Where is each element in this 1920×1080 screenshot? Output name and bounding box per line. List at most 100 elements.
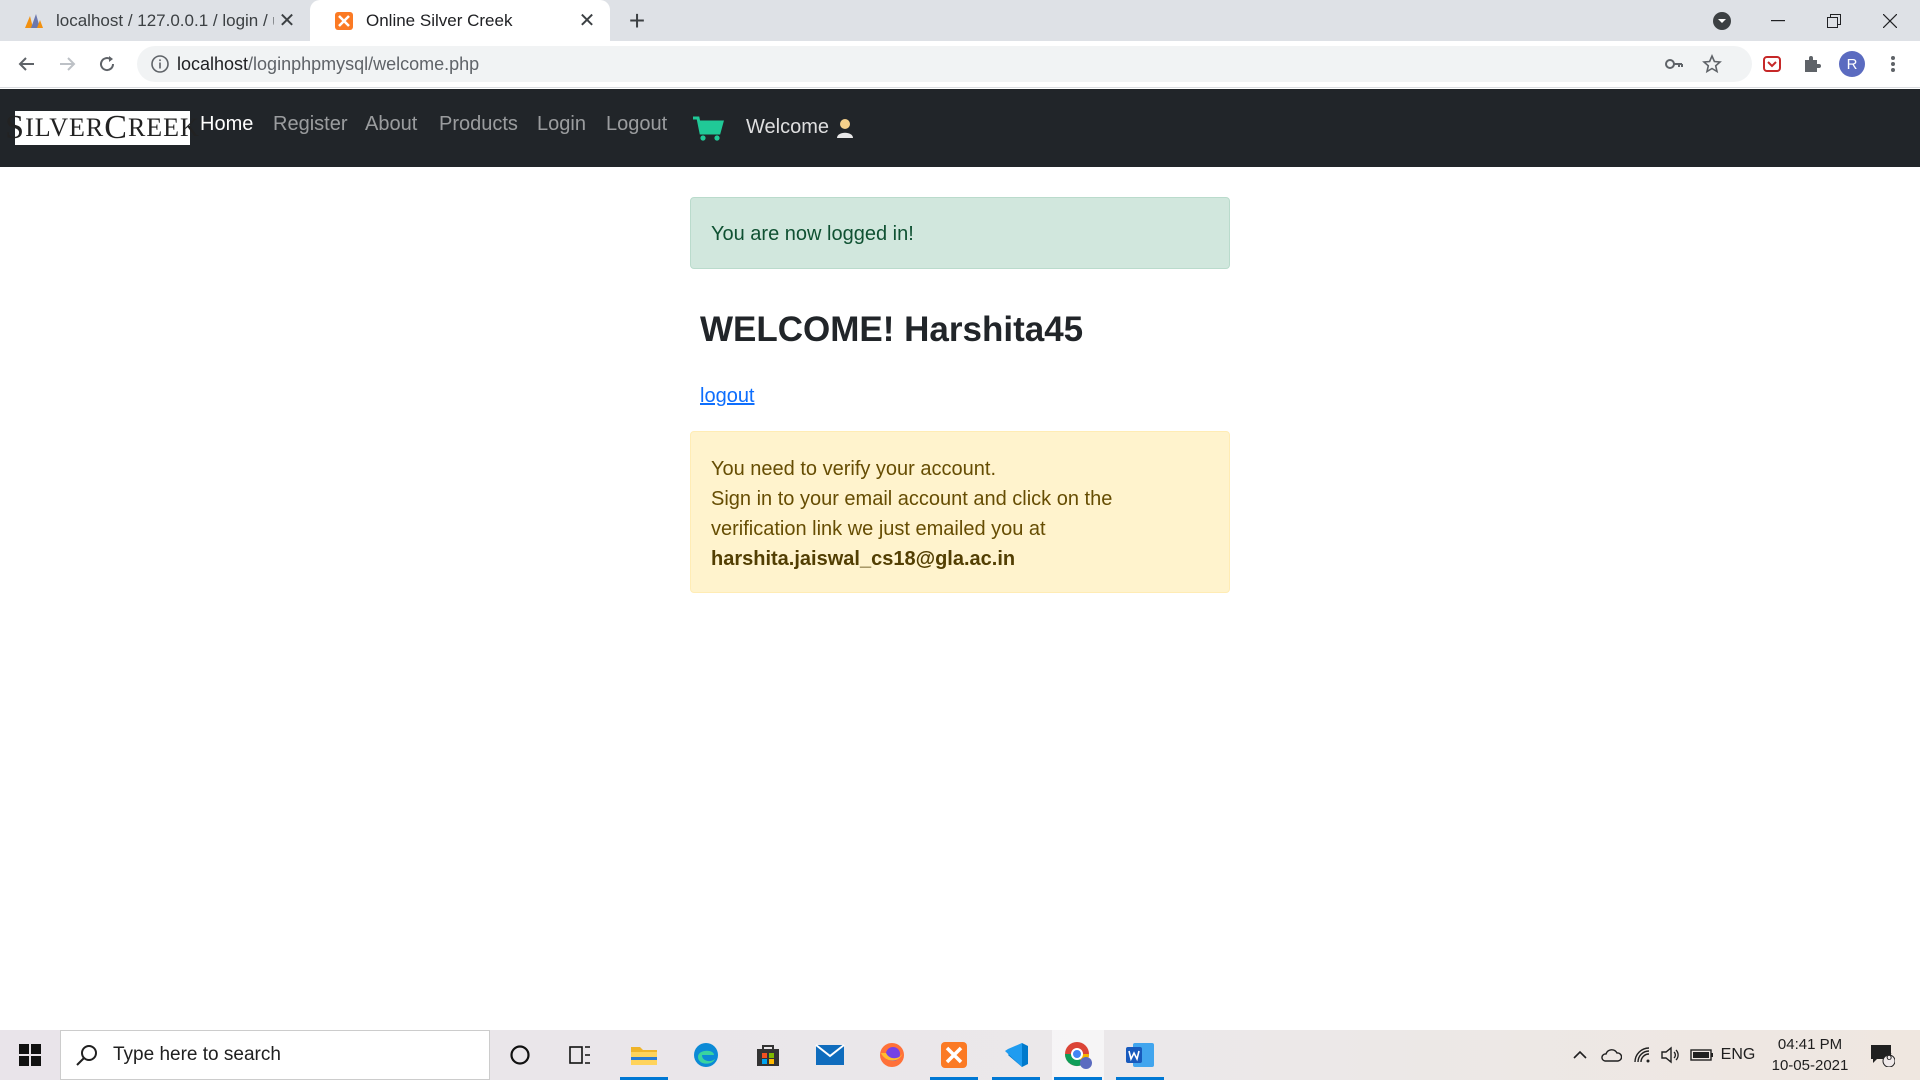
puzzle-icon	[1805, 56, 1821, 72]
taskbar-file-explorer[interactable]	[618, 1030, 670, 1080]
url-text: localhost/loginphpmysql/welcome.php	[177, 54, 479, 75]
tab-search-button[interactable]	[1694, 0, 1750, 41]
logo-text: REEK	[127, 113, 200, 142]
arrow-right-icon	[60, 57, 76, 71]
taskbar-vscode[interactable]	[990, 1030, 1042, 1080]
cloud-icon	[1601, 1049, 1622, 1062]
windows-logo-icon	[19, 1044, 41, 1066]
notification-count: 6	[1886, 1051, 1893, 1063]
tab-title: Online Silver Creek	[366, 10, 513, 30]
tab-phpmyadmin[interactable]: localhost / 127.0.0.1 / login / use ✕	[0, 0, 310, 41]
verify-account-alert: You need to verify your account. Sign in…	[690, 431, 1230, 593]
tray-onedrive[interactable]	[1598, 1030, 1624, 1080]
task-view-button[interactable]	[554, 1030, 606, 1080]
cortana-button[interactable]	[494, 1030, 546, 1080]
extensions-button[interactable]	[1797, 49, 1827, 79]
address-bar[interactable]: localhost/loginphpmysql/welcome.php	[137, 46, 1752, 82]
chevron-up-icon	[1573, 1050, 1587, 1059]
tab-online-silver-creek[interactable]: Online Silver Creek ✕	[310, 0, 610, 41]
taskbar-mail[interactable]	[804, 1030, 856, 1080]
reload-icon	[100, 56, 115, 72]
nav-home[interactable]: Home	[200, 113, 253, 136]
action-center-button[interactable]: 6	[1862, 1030, 1902, 1080]
restore-icon	[1827, 13, 1841, 28]
store-bag-icon	[757, 1045, 779, 1066]
taskbar-xampp[interactable]	[928, 1030, 980, 1080]
restore-button[interactable]	[1806, 0, 1862, 41]
tray-battery[interactable]	[1688, 1030, 1716, 1080]
phpmyadmin-icon	[24, 11, 44, 31]
verify-line-3: verification link we just emailed you at	[711, 518, 1046, 540]
key-icon	[1665, 59, 1683, 69]
windows-taskbar: Type here to search ENG 04:41 PM 10-05-2…	[0, 1030, 1920, 1080]
taskbar-clock[interactable]: 04:41 PM 10-05-2021	[1768, 1034, 1852, 1076]
xampp-icon	[941, 1042, 967, 1068]
taskbar-search[interactable]: Type here to search	[60, 1030, 490, 1080]
tray-volume[interactable]	[1658, 1030, 1682, 1080]
verify-line-2: Sign in to your email account and click …	[711, 488, 1113, 510]
tab-title: localhost / 127.0.0.1 / login / use	[56, 10, 274, 30]
page-title: WELCOME! Harshita45	[700, 310, 1084, 349]
avatar-initial: R	[1846, 55, 1858, 73]
battery-icon	[1690, 1049, 1713, 1061]
start-button[interactable]	[0, 1030, 60, 1080]
close-tab-icon[interactable]: ✕	[574, 8, 600, 34]
avatar: R	[1839, 51, 1865, 77]
folder-icon	[631, 1047, 657, 1065]
extension-pocket-button[interactable]	[1757, 49, 1787, 79]
nav-about[interactable]: About	[365, 113, 417, 136]
url-path: /loginphpmysql/welcome.php	[248, 54, 480, 74]
user-icon	[837, 118, 853, 138]
verify-line-1: You need to verify your account.	[711, 458, 996, 480]
browser-menu-button[interactable]	[1878, 49, 1908, 79]
logout-link[interactable]: logout	[700, 385, 755, 408]
new-tab-button[interactable]: +	[622, 5, 652, 36]
clock-date: 10-05-2021	[1771, 1057, 1849, 1074]
firefox-icon	[880, 1043, 904, 1067]
taskbar-chrome[interactable]	[1052, 1030, 1104, 1080]
forward-button[interactable]	[52, 49, 82, 79]
kebab-menu-icon	[1891, 56, 1895, 72]
arrow-left-icon	[18, 57, 34, 71]
welcome-label: Welcome	[746, 116, 829, 138]
logo-letter: S	[5, 109, 26, 146]
login-success-alert: You are now logged in!	[690, 197, 1230, 269]
taskbar-word[interactable]	[1114, 1030, 1166, 1080]
word-icon	[1126, 1043, 1154, 1067]
chrome-icon	[1065, 1042, 1092, 1069]
nav-products[interactable]: Products	[439, 113, 518, 136]
logo-text: ILVER	[25, 113, 105, 142]
back-button[interactable]	[12, 49, 42, 79]
password-key-button[interactable]	[1659, 49, 1689, 79]
close-window-button[interactable]	[1862, 0, 1918, 41]
taskbar-store[interactable]	[742, 1030, 794, 1080]
shopping-cart-icon[interactable]	[692, 115, 724, 143]
browser-toolbar: localhost/loginphpmysql/welcome.php R	[0, 41, 1920, 88]
tray-language[interactable]: ENG	[1718, 1030, 1758, 1080]
profile-button[interactable]: R	[1837, 49, 1867, 79]
close-tab-icon[interactable]: ✕	[274, 8, 300, 34]
minimize-icon	[1771, 19, 1785, 21]
mail-icon	[815, 1044, 845, 1065]
tray-network[interactable]	[1630, 1030, 1654, 1080]
edge-icon	[694, 1043, 718, 1067]
minimize-button[interactable]	[1750, 0, 1806, 41]
taskbar-firefox[interactable]	[866, 1030, 918, 1080]
nav-logout[interactable]: Logout	[606, 113, 667, 136]
bookmark-button[interactable]	[1697, 49, 1727, 79]
tray-show-hidden[interactable]	[1568, 1030, 1592, 1080]
reload-button[interactable]	[92, 49, 122, 79]
taskbar-edge[interactable]	[680, 1030, 732, 1080]
welcome-user[interactable]: Welcome	[746, 116, 855, 139]
nav-register[interactable]: Register	[273, 113, 347, 136]
success-message: You are now logged in!	[711, 223, 914, 245]
verify-email: harshita.jaiswal_cs18@gla.ac.in	[711, 548, 1016, 570]
search-icon	[76, 1045, 97, 1066]
search-placeholder: Type here to search	[113, 1044, 281, 1065]
silver-creek-logo[interactable]: S ILVER C REEK	[5, 109, 199, 146]
wifi-icon	[1634, 1047, 1650, 1063]
info-icon[interactable]	[149, 53, 171, 75]
nav-login[interactable]: Login	[537, 113, 586, 136]
star-icon	[1702, 54, 1722, 74]
speaker-icon	[1661, 1046, 1679, 1064]
